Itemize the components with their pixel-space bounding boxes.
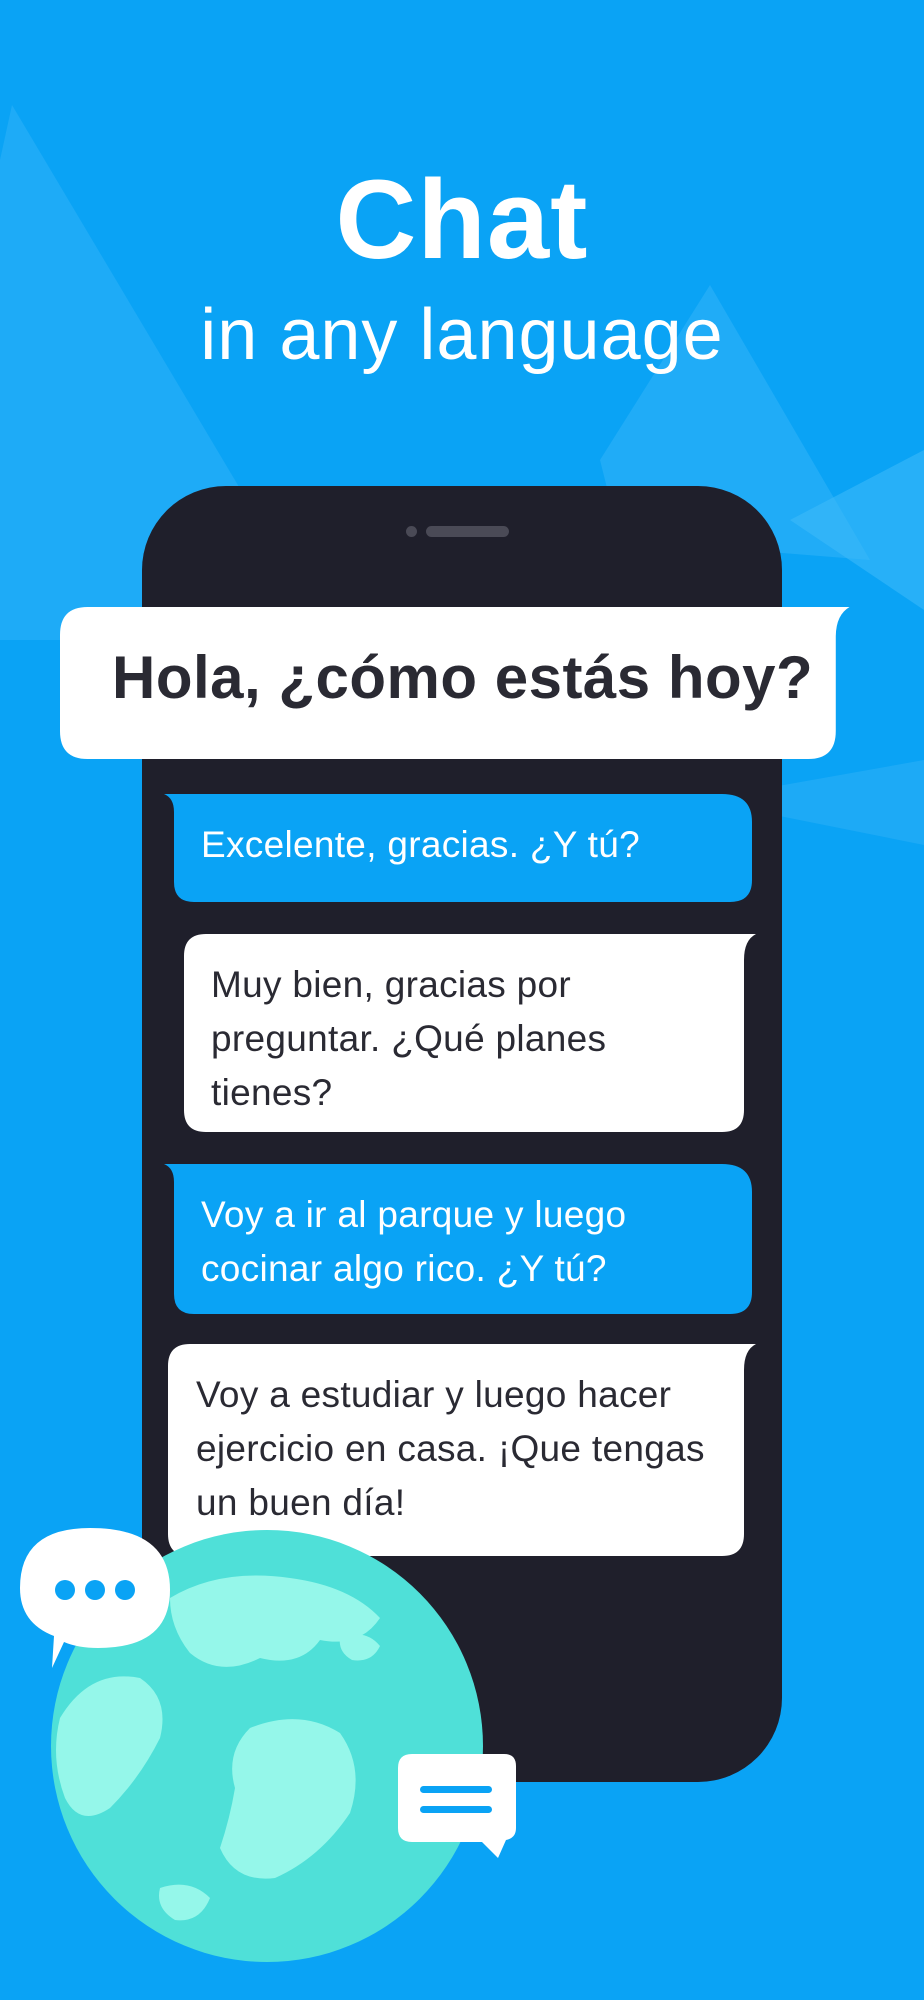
highlight-bubble-text: Hola, ¿cómo estás hoy?: [112, 644, 814, 711]
headline-title: Chat: [335, 157, 589, 282]
phone-camera: [406, 526, 417, 537]
chat-message-sent: Excelente, gracias. ¿Y tú?: [164, 794, 752, 902]
headline-subtitle: in any language: [200, 295, 724, 375]
chat-message-text: Voy a estudiar y luego hacer ejercicio e…: [196, 1374, 705, 1523]
chat-message-sent: Voy a ir al parque y luego cocinar algo …: [164, 1164, 752, 1314]
globe-illustration: [20, 1528, 540, 1968]
chat-message-received: Voy a estudiar y luego hacer ejercicio e…: [168, 1344, 756, 1556]
chat-message-text: Excelente, gracias. ¿Y tú?: [201, 824, 641, 865]
globe-icon: [20, 1528, 516, 1962]
phone-speaker: [426, 526, 509, 537]
chat-message-text: Muy bien, gracias por preguntar. ¿Qué pl…: [211, 964, 607, 1113]
chat-message-received: Muy bien, gracias por preguntar. ¿Qué pl…: [184, 934, 756, 1132]
highlight-bubble: Hola, ¿cómo estás hoy?: [60, 607, 850, 759]
chat-message-text: Voy a ir al parque y luego cocinar algo …: [201, 1194, 627, 1289]
